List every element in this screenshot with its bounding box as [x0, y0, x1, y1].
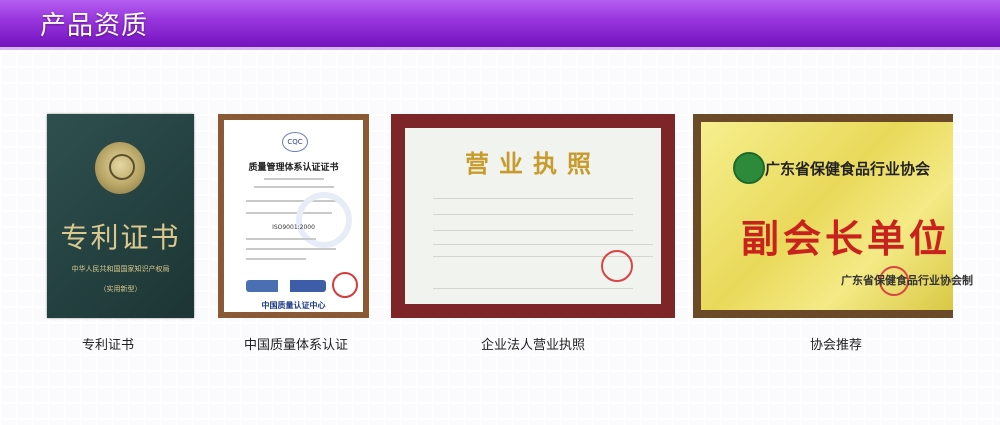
red-seal-icon — [332, 272, 358, 298]
caption-association: 协会推荐 — [809, 338, 863, 353]
accreditation-logos — [246, 280, 326, 292]
national-emblem-icon — [95, 142, 145, 194]
plaque-heading: 副会长单位 — [741, 216, 952, 261]
quality-issuer: 中国质量认证中心 — [261, 301, 326, 310]
patent-issuer: 中华人民共和国国家知识产权局 — [71, 265, 170, 273]
quality-heading: 质量管理体系认证证书 — [248, 163, 339, 173]
association-name: 广东省保健食品行业协会 — [765, 160, 931, 178]
plaque-footer: 广东省保健食品行业协会制 — [841, 274, 973, 287]
text-line — [254, 186, 334, 188]
text-line — [264, 178, 324, 180]
text-line — [433, 244, 653, 245]
caption-quality: 中国质量体系认证 — [243, 338, 349, 353]
patent-heading: 专利证书 — [60, 221, 181, 254]
section-title: 产品资质 — [40, 11, 149, 41]
cqc-logo: CQC — [282, 132, 308, 152]
text-line — [433, 288, 633, 289]
license-heading: 营业执照 — [465, 149, 601, 178]
gold-plate: 广东省保健食品行业协会 副会长单位 广东省保健食品行业协会制 — [701, 122, 973, 310]
association-logo-icon — [733, 152, 765, 184]
caption-license: 企业法人营业执照 — [480, 338, 586, 353]
quality-certificate-image: CQC 质量管理体系认证证书 ISO9001:2000 中国质量认证中心 — [218, 114, 369, 318]
association-plaque-image: 广东省保健食品行业协会 副会长单位 广东省保健食品行业协会制 — [693, 114, 973, 318]
text-line — [433, 230, 633, 231]
patent-subtype: （实用新型） — [99, 285, 142, 293]
quality-standard: ISO9001:2000 — [272, 224, 315, 231]
red-seal-icon — [601, 250, 633, 282]
text-line — [433, 214, 633, 215]
business-license-image: 营业执照 — [391, 114, 675, 318]
caption-patent: 专利证书 — [81, 338, 135, 353]
text-line — [246, 258, 306, 260]
patent-certificate-image: 专利证书 中华人民共和国国家知识产权局 （实用新型） — [47, 114, 194, 318]
section-header: 产品资质 — [0, 0, 1000, 50]
certificate-paper: CQC 质量管理体系认证证书 ISO9001:2000 中国质量认证中心 — [224, 120, 363, 312]
license-paper: 营业执照 — [405, 128, 661, 304]
text-line — [433, 198, 633, 199]
text-line — [246, 248, 336, 250]
text-line — [246, 238, 316, 240]
